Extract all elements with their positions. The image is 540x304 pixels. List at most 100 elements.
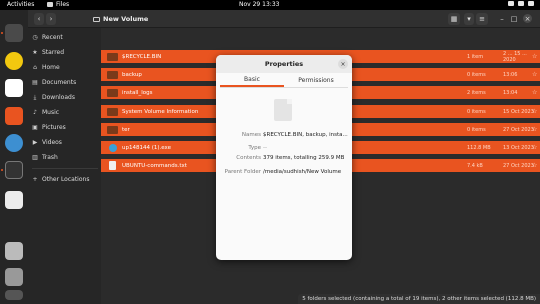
sidebar-item-label: Pictures — [42, 124, 66, 131]
downloads-icon: ⤓ — [33, 93, 37, 101]
property-label: Names — [241, 132, 261, 138]
drive-icon[interactable] — [5, 268, 23, 286]
star-icon[interactable]: ☆ — [532, 53, 537, 60]
sidebar-item-starred[interactable]: ★ Starred — [32, 46, 98, 59]
file-size: 2 items — [467, 89, 486, 96]
sidebar-item-other-locations[interactable]: + Other Locations — [32, 173, 98, 186]
dialog-title: Properties — [216, 55, 352, 73]
system-tray[interactable] — [508, 1, 534, 6]
plus-icon: + — [32, 176, 38, 183]
file-size: 0 items — [467, 126, 486, 133]
hamburger-icon[interactable]: ≡ — [476, 13, 488, 25]
status-bar: 5 folders selected (containing a total o… — [298, 294, 540, 304]
file-name: $RECYCLE.BIN — [122, 53, 162, 60]
file-modified: 27 Oct 2023 — [503, 126, 534, 133]
sidebar-item-music[interactable]: ♪ Music — [32, 106, 98, 119]
property-names: Names $RECYCLE.BIN, backup, insta... — [216, 132, 352, 141]
drive-icon — [93, 16, 100, 22]
property-parent-folder: Parent Folder /media/sudhish/New Volume — [216, 169, 352, 178]
property-contents: Contents 379 items, totalling 259.9 MB — [216, 155, 352, 164]
sidebar-item-pictures[interactable]: ▣ Pictures — [32, 121, 98, 134]
power-icon — [528, 1, 534, 6]
terminal-icon[interactable] — [5, 161, 23, 179]
property-label: Contents — [236, 155, 261, 161]
star-icon[interactable]: ☆ — [532, 89, 537, 96]
music-icon: ♪ — [33, 109, 37, 116]
star-icon[interactable]: ☆ — [532, 71, 537, 78]
activities-button[interactable]: Activities — [7, 1, 34, 8]
location-bar[interactable]: New Volume — [93, 13, 393, 25]
star-icon: ★ — [32, 49, 38, 56]
software-center-icon[interactable] — [5, 107, 23, 125]
dialog-tabs: Basic Permissions — [220, 74, 348, 87]
multiple-files-icon — [274, 99, 292, 121]
property-label: Parent Folder — [224, 169, 261, 175]
files-app-icon — [47, 2, 53, 7]
star-icon[interactable]: ☆ — [532, 126, 537, 133]
star-icon[interactable]: ☆ — [532, 108, 537, 115]
close-icon[interactable]: × — [338, 59, 348, 69]
sidebar-item-label: Starred — [42, 49, 65, 56]
sidebar-item-downloads[interactable]: ⤓ Downloads — [32, 91, 98, 104]
back-button[interactable]: ‹ — [34, 13, 44, 25]
file-name: ter — [122, 126, 130, 133]
file-size: 7.4 kB — [467, 162, 483, 169]
app-name: Files — [56, 1, 70, 8]
sidebar-item-trash[interactable]: ▥ Trash — [32, 151, 98, 164]
sidebar-item-home[interactable]: ⌂ Home — [32, 61, 98, 74]
file-modified: 13:06 — [503, 71, 518, 78]
close-button[interactable]: × — [523, 14, 532, 23]
property-type: Type -- — [216, 145, 352, 154]
running-indicator — [1, 32, 3, 34]
rhythmbox-icon[interactable] — [5, 52, 23, 70]
sidebar-item-documents[interactable]: ▤ Documents — [32, 76, 98, 89]
sidebar-item-label: Documents — [42, 79, 77, 86]
clock-icon: ◷ — [32, 34, 38, 41]
top-bar: Activities Files Nov 29 13:33 — [0, 0, 540, 10]
maximize-button[interactable]: □ — [510, 13, 518, 25]
star-icon[interactable]: ☆ — [532, 162, 537, 169]
minimize-button[interactable]: – — [498, 13, 506, 25]
clock[interactable]: Nov 29 13:33 — [239, 1, 279, 8]
sort-icon[interactable]: ▾ — [464, 13, 474, 25]
videos-icon: ▶ — [32, 139, 38, 146]
volume-icon — [518, 1, 524, 6]
file-name: up148144 (1).exe — [122, 144, 172, 151]
show-apps-icon[interactable] — [5, 290, 23, 300]
sidebar-item-label: Trash — [42, 154, 58, 161]
property-value: -- — [263, 145, 267, 151]
file-modified: 13 Oct 2023 — [503, 144, 534, 151]
app-menu[interactable]: Files — [47, 1, 69, 8]
file-name: System Volume Information — [122, 108, 199, 115]
sidebar-item-recent[interactable]: ◷ Recent — [32, 31, 98, 44]
pictures-icon: ▣ — [32, 124, 38, 131]
property-value: 379 items, totalling 259.9 MB — [263, 155, 345, 161]
network-icon — [508, 1, 514, 6]
file-name: backup — [122, 71, 142, 78]
property-value: /media/sudhish/New Volume — [263, 169, 342, 175]
file-size: 0 items — [467, 71, 486, 78]
sidebar-item-label: Recent — [42, 34, 63, 41]
help-icon[interactable] — [5, 134, 23, 152]
text-editor-icon[interactable] — [5, 191, 23, 209]
writer-icon[interactable] — [5, 79, 23, 97]
sidebar-item-label: Downloads — [42, 94, 75, 101]
tab-basic[interactable]: Basic — [220, 74, 284, 87]
star-icon[interactable]: ☆ — [532, 144, 537, 151]
tab-permissions[interactable]: Permissions — [284, 74, 348, 87]
file-modified: 15 Oct 2023 — [503, 108, 534, 115]
drive-icon[interactable] — [5, 242, 23, 260]
files-app-icon[interactable] — [5, 24, 23, 42]
running-indicator — [1, 169, 3, 171]
dock — [0, 10, 28, 304]
forward-button[interactable]: › — [46, 13, 56, 25]
sidebar-item-videos[interactable]: ▶ Videos — [32, 136, 98, 149]
property-value: $RECYCLE.BIN, backup, insta... — [263, 132, 348, 138]
documents-icon: ▤ — [32, 79, 38, 86]
sidebar-divider — [32, 168, 98, 169]
location-label: New Volume — [103, 15, 149, 23]
sidebar-item-label: Home — [42, 64, 60, 71]
grid-icon[interactable]: ▦ — [448, 13, 460, 25]
file-name: UBUNTU-commands.txt — [122, 162, 187, 169]
property-label: Type — [248, 145, 261, 151]
